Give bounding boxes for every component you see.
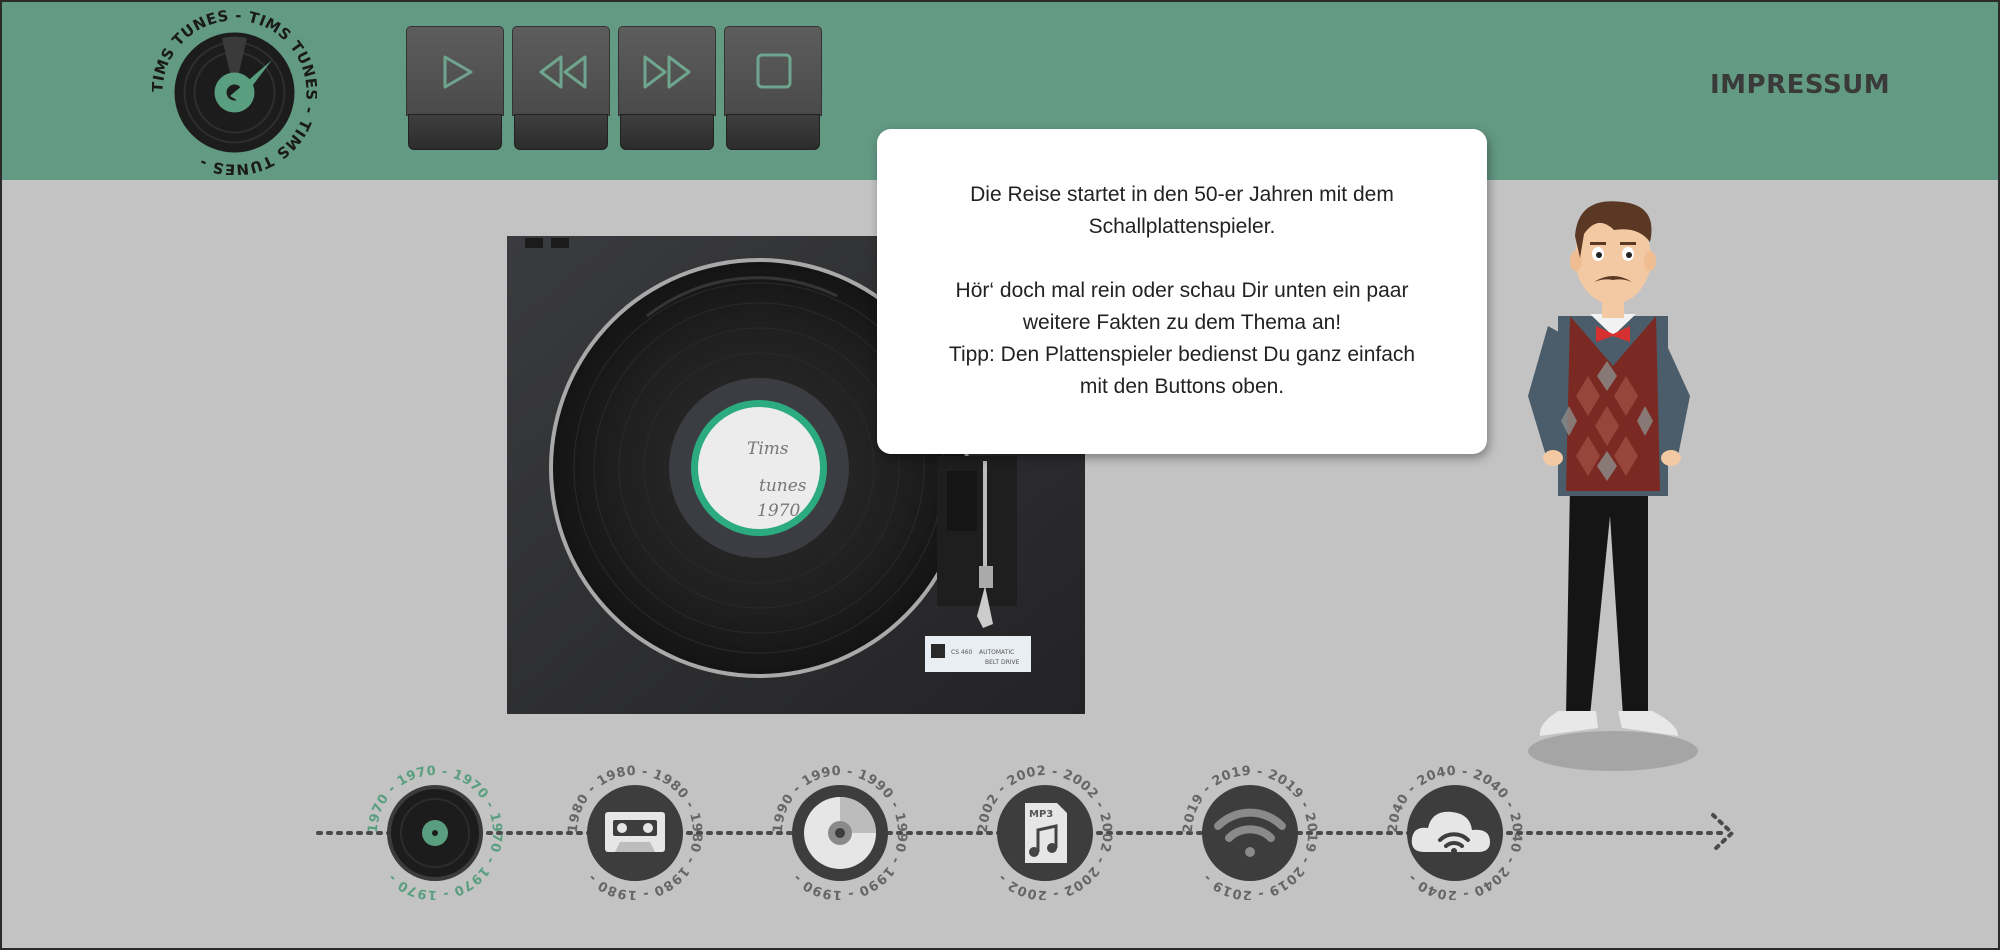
tim-character (1528, 201, 1698, 771)
svg-text:Tims: Tims (747, 439, 789, 459)
info-speech-bubble: Die Reise startet in den 50-er Jahren mi… (877, 129, 1487, 454)
rewind-button[interactable] (512, 26, 610, 152)
mp3-file-icon: MP3 (1025, 803, 1067, 863)
svg-text:tunes: tunes (759, 476, 807, 496)
stop-icon (756, 53, 792, 89)
play-icon (443, 55, 473, 89)
svg-text:CS 460: CS 460 (951, 649, 973, 656)
bubble-text-line: Hör‘ doch mal rein oder schau Dir unten … (955, 279, 1409, 302)
bubble-text-line: weitere Fakten zu dem Thema an! (1022, 311, 1342, 334)
fast-forward-icon (643, 55, 691, 89)
bubble-text-line: Schallplattenspieler. (1088, 215, 1276, 238)
svg-text:BELT DRIVE: BELT DRIVE (985, 659, 1020, 666)
cassette-icon (605, 812, 665, 852)
tims-tunes-logo[interactable]: TIMS TUNES - TIMS TUNES - TIMS TUNES - (152, 10, 317, 175)
bubble-text-line: mit den Buttons oben. (1079, 375, 1285, 398)
player-controls (406, 26, 822, 152)
fast-forward-button[interactable] (618, 26, 716, 152)
svg-text:1970: 1970 (757, 501, 800, 521)
cd-icon (804, 797, 876, 869)
era-timeline: 1970 - 1970 - 1970 - 1970 - 1970 - 1970 … (316, 764, 1735, 900)
stop-button[interactable] (724, 26, 822, 152)
svg-text:MP3: MP3 (1029, 809, 1053, 820)
bubble-text-line: Tipp: Den Plattenspieler bedienst Du gan… (948, 343, 1416, 366)
rewind-icon (539, 55, 587, 89)
svg-text:AUTOMATIC: AUTOMATIC (979, 649, 1014, 656)
bubble-text-line: Die Reise startet in den 50-er Jahren mi… (970, 183, 1394, 206)
play-button[interactable] (406, 26, 504, 152)
impressum-link[interactable]: IMPRESSUM (1710, 70, 1890, 100)
